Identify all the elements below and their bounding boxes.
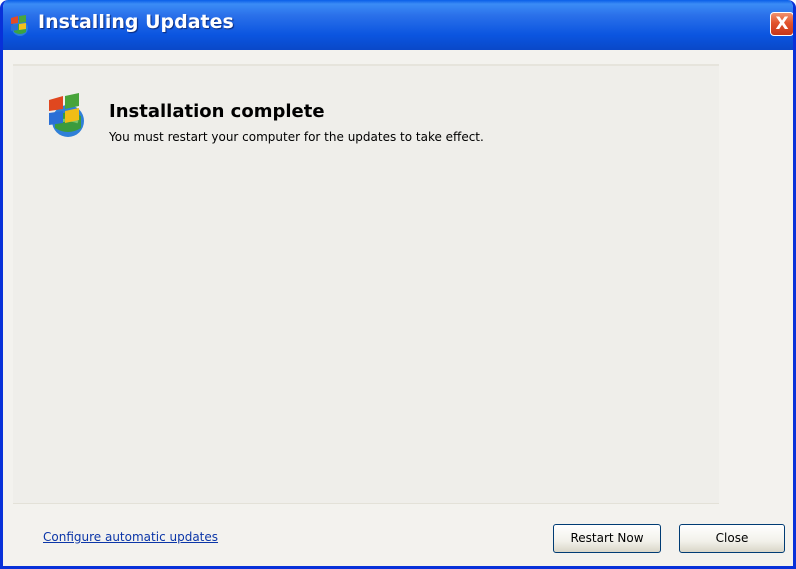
windows-update-icon (49, 93, 84, 137)
status-message: You must restart your computer for the u… (109, 130, 484, 144)
panel-divider-top (13, 64, 719, 66)
title-bar[interactable]: Installing Updates X (3, 0, 793, 50)
windows-update-icon (11, 15, 28, 36)
dialog-body: Installation complete You must restart y… (3, 50, 793, 566)
configure-automatic-updates-link[interactable]: Configure automatic updates (43, 530, 218, 544)
panel-divider-bottom (13, 503, 719, 504)
installing-updates-dialog: Installing Updates X Installation comple… (0, 0, 796, 569)
content-panel: Installation complete You must restart y… (13, 64, 719, 504)
status-heading: Installation complete (109, 101, 325, 122)
close-window-button[interactable]: X (770, 12, 793, 36)
window-title: Installing Updates (38, 11, 234, 33)
close-button[interactable]: Close (679, 524, 785, 553)
restart-now-button[interactable]: Restart Now (553, 524, 661, 553)
